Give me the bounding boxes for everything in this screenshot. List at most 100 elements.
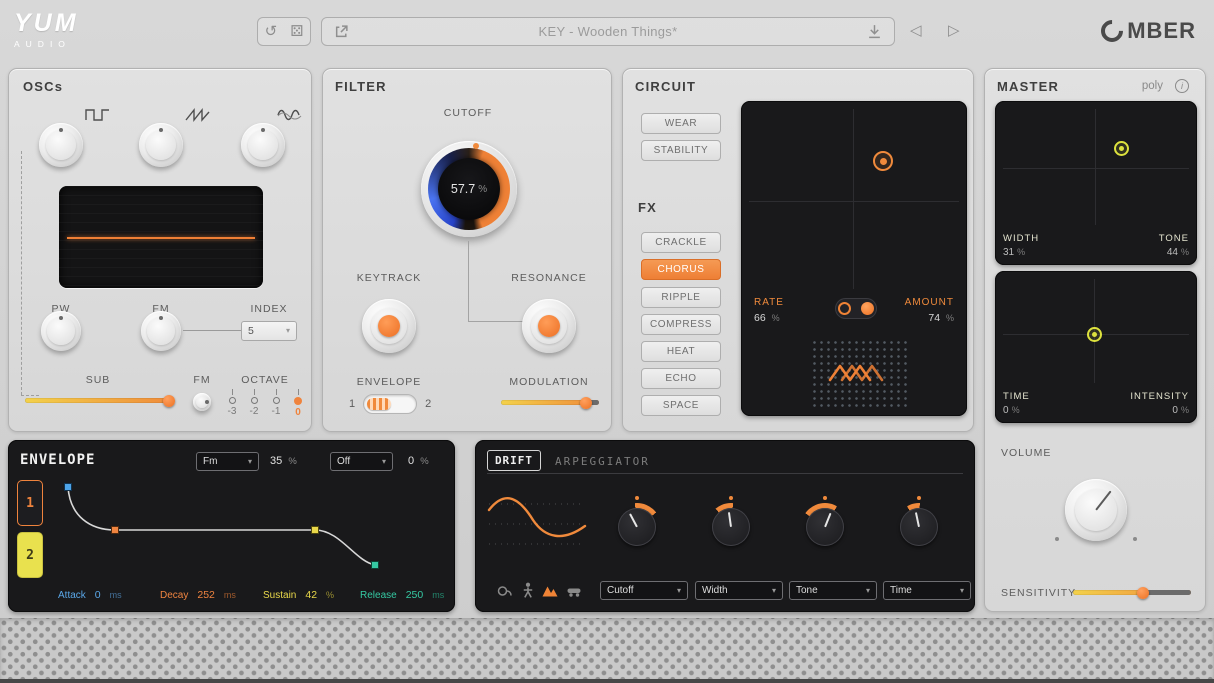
mod-slot1-dropdown[interactable]: Fm ▾ — [196, 452, 259, 471]
octave-option[interactable]: -2 — [243, 389, 265, 418]
volume-knob[interactable] — [1065, 479, 1127, 541]
cutoff-knob[interactable]: 57.7 % — [421, 141, 517, 237]
envelope-select-thumb[interactable] — [367, 398, 391, 410]
fx-button-echo[interactable]: ECHO — [641, 368, 721, 389]
width-tone-handle[interactable] — [1114, 141, 1129, 156]
width-value-number: 31 — [1003, 247, 1014, 258]
undo-icon[interactable]: ↺ — [265, 24, 278, 39]
fx-pad-vertical-line — [853, 109, 854, 289]
sub-slider-handle[interactable] — [163, 395, 175, 407]
octave-selector[interactable]: -3 -2 -1 0 — [221, 389, 309, 418]
fx-power-toggle[interactable] — [835, 298, 877, 319]
drift-knob-1[interactable] — [613, 503, 661, 551]
randomize-dice-icon[interactable]: ⚄ — [290, 24, 303, 39]
index-dropdown[interactable]: 5 ▾ — [241, 321, 297, 341]
fx-button-compress[interactable]: COMPRESS — [641, 314, 721, 335]
drift-knob-3-body — [806, 508, 844, 546]
mod-slot2-dropdown[interactable]: Off ▾ — [330, 452, 393, 471]
drift-target-dropdown-2[interactable]: Width ▾ — [695, 581, 783, 600]
fm-knob[interactable] — [141, 311, 181, 351]
index-value: 5 — [248, 325, 254, 337]
ember-logo: MBER — [1101, 18, 1196, 44]
drift-panel: DRIFT ARPEGGIATOR — [475, 440, 975, 612]
envelope-curve-display[interactable] — [56, 478, 448, 582]
keytrack-knob-center — [378, 315, 401, 338]
rate-label: RATE — [754, 297, 784, 308]
modulation-slider[interactable] — [501, 400, 599, 405]
keytrack-label: KEYTRACK — [339, 272, 439, 284]
fx-display-pad[interactable]: RATE 66 % AMOUNT 74 % — [741, 101, 967, 416]
attack-point-handle — [65, 484, 72, 491]
fx-button-ripple[interactable]: RIPPLE — [641, 287, 721, 308]
fx-button-crackle[interactable]: CRACKLE — [641, 232, 721, 253]
mod-slot1-amount: 35 % — [270, 455, 297, 467]
sub-slider[interactable] — [25, 398, 173, 403]
time-intensity-handle[interactable] — [1087, 327, 1102, 342]
envelope-tab-1[interactable]: 1 — [17, 480, 43, 526]
modulation-slider-handle[interactable] — [580, 397, 592, 409]
drift-target-dropdown-3[interactable]: Tone ▾ — [789, 581, 877, 600]
voice-mode-label[interactable]: poly — [1142, 80, 1163, 92]
master-panel: MASTER poly i WIDTH 31% TONE 44% — [984, 68, 1206, 612]
fx-button-heat[interactable]: HEAT — [641, 341, 721, 362]
cutoff-connector-line — [468, 241, 469, 321]
sine-wave-icon — [277, 107, 303, 123]
drift-knob-3-pointer — [824, 513, 831, 528]
octave-option-selected[interactable]: 0 — [287, 389, 309, 418]
osc3-knob[interactable] — [241, 123, 285, 167]
sensitivity-slider[interactable] — [1073, 590, 1191, 595]
width-tone-pad[interactable]: WIDTH 31% TONE 44% — [995, 101, 1197, 265]
download-preset-icon[interactable] — [867, 24, 882, 39]
chevron-down-icon: ▾ — [382, 458, 386, 466]
time-intensity-pad[interactable]: TIME 0% INTENSITY 0% — [995, 271, 1197, 423]
fm-toggle-knob[interactable] — [193, 393, 211, 411]
drift-knob-4-body — [900, 508, 938, 546]
header-tools-group: ↺ ⚄ — [257, 17, 311, 46]
fx-button-space[interactable]: SPACE — [641, 395, 721, 416]
attack-label: Attack — [58, 590, 86, 601]
export-preset-icon[interactable] — [334, 24, 349, 39]
osc1-knob[interactable] — [39, 123, 83, 167]
fm-index-connector-line — [183, 330, 241, 331]
pw-knob[interactable] — [41, 311, 81, 351]
next-preset-button[interactable]: ▷ — [948, 23, 960, 38]
rate-value: 66 % — [754, 312, 780, 324]
wear-button[interactable]: WEAR — [641, 113, 721, 134]
prev-preset-button[interactable]: ◁ — [910, 23, 922, 38]
modulation-label: MODULATION — [499, 376, 599, 388]
preset-bar[interactable]: KEY - Wooden Things* — [321, 17, 895, 46]
fx-xy-handle[interactable] — [873, 151, 893, 171]
index-label: INDEX — [239, 303, 299, 315]
osc2-knob[interactable] — [139, 123, 183, 167]
envelope-tab-2[interactable]: 2 — [17, 532, 43, 578]
drift-target-dropdown-1[interactable]: Cutoff ▾ — [600, 581, 688, 600]
keytrack-knob[interactable] — [362, 299, 416, 353]
fx-button-chorus[interactable]: CHORUS — [641, 259, 721, 280]
drift-knob-2[interactable] — [707, 503, 755, 551]
cutoff-knob-face: 57.7 % — [438, 158, 500, 220]
octave-option[interactable]: -3 — [221, 389, 243, 418]
chevron-down-icon: ▾ — [866, 587, 870, 595]
filter-envelope-label: ENVELOPE — [339, 376, 439, 388]
drift-knob-4[interactable] — [895, 503, 943, 551]
info-icon[interactable]: i — [1175, 79, 1189, 93]
envelope-select-slider[interactable] — [363, 394, 417, 414]
drift-mode-car-icon[interactable] — [565, 582, 583, 599]
stability-button[interactable]: STABILITY — [641, 140, 721, 161]
drift-knob-3[interactable] — [801, 503, 849, 551]
sensitivity-slider-handle[interactable] — [1137, 587, 1149, 599]
envelope-option-2-label: 2 — [425, 398, 431, 410]
yum-wave-logo — [827, 359, 885, 387]
intensity-value: 0% — [1172, 405, 1189, 416]
tab-drift[interactable]: DRIFT — [487, 450, 541, 471]
tab-arpeggiator[interactable]: ARPEGGIATOR — [555, 455, 650, 468]
drift-mode-mountain-icon[interactable] — [541, 582, 559, 599]
drift-mode-snail-icon[interactable] — [495, 582, 513, 599]
speaker-grille — [0, 618, 1214, 679]
drift-target-dropdown-4[interactable]: Time ▾ — [883, 581, 971, 600]
drift-target-2-value: Width — [702, 585, 728, 596]
drift-mode-walker-icon[interactable] — [519, 581, 537, 599]
octave-option[interactable]: -1 — [265, 389, 287, 418]
resonance-knob[interactable] — [522, 299, 576, 353]
decay-value: 252 — [197, 589, 215, 601]
